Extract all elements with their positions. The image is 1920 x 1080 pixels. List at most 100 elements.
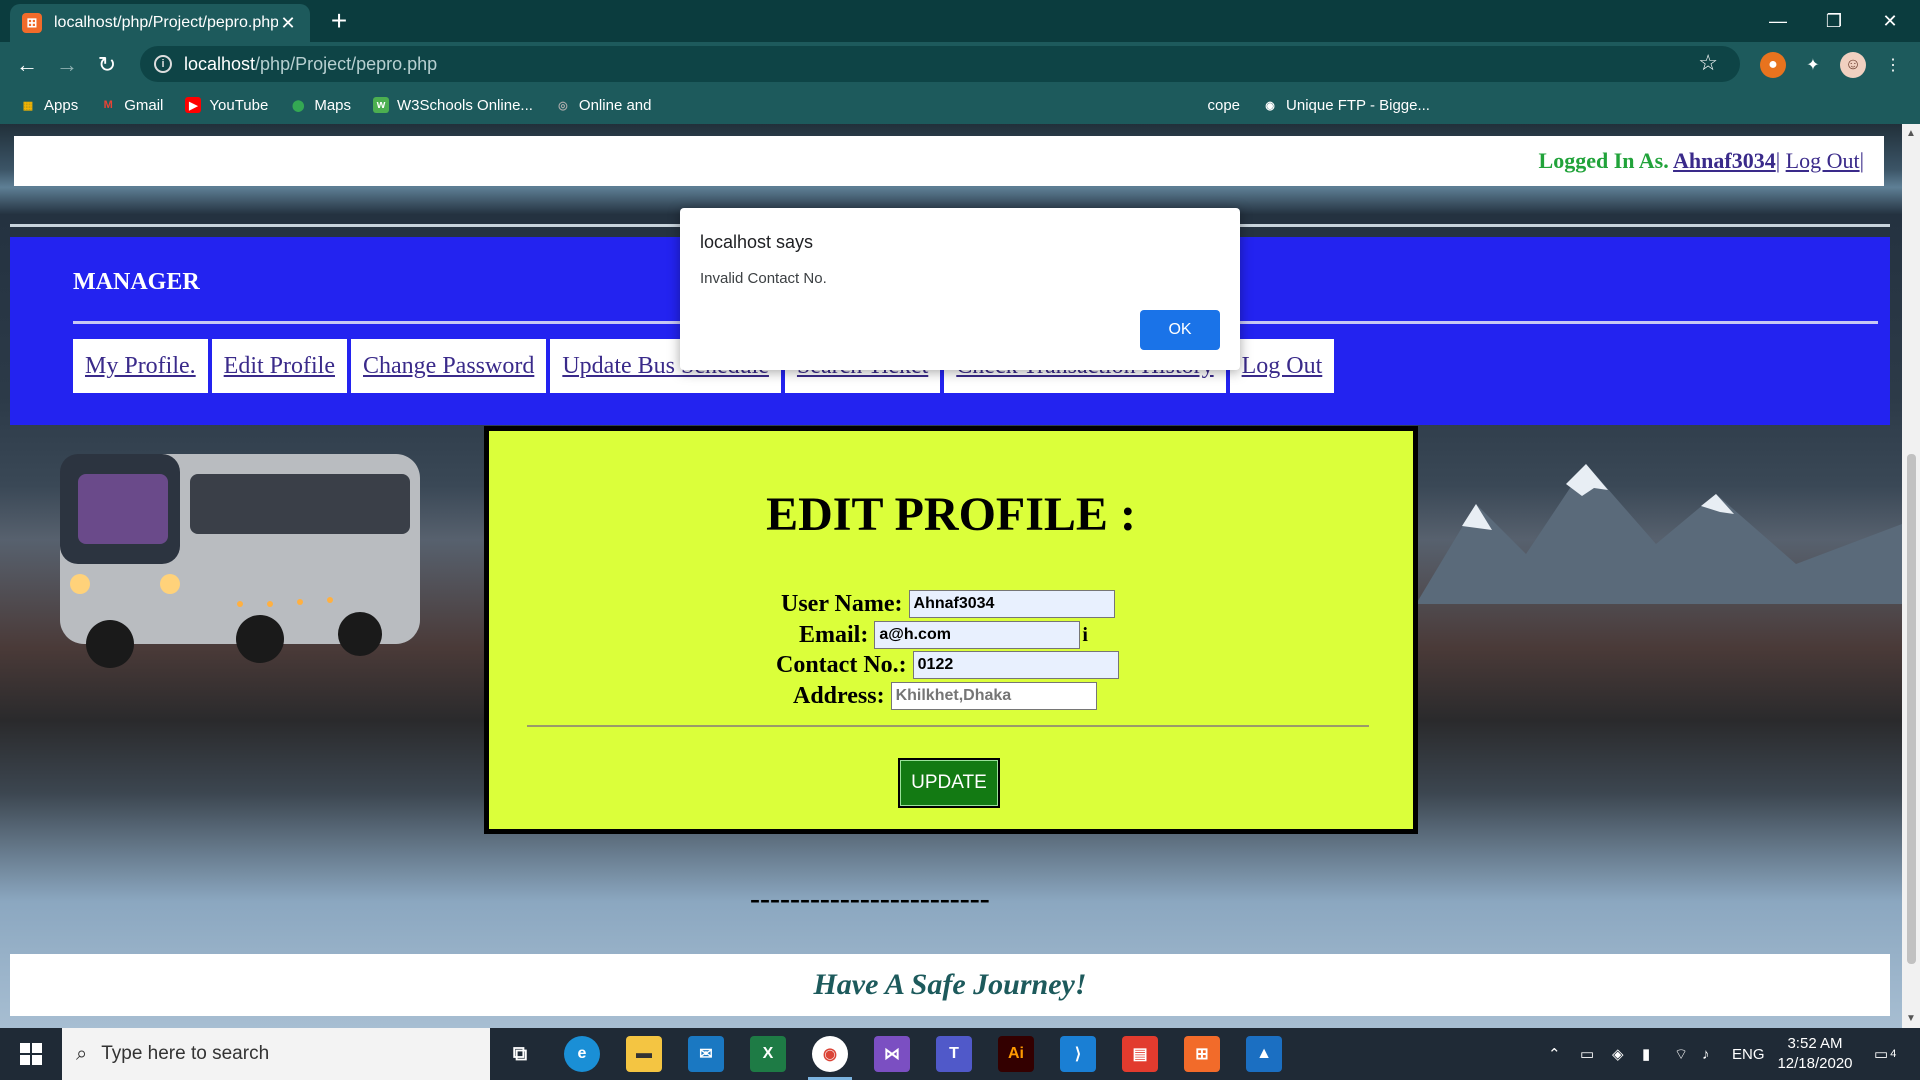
menu-my-profile[interactable]: My Profile. <box>73 339 208 393</box>
visual-studio-icon[interactable]: ⋈ <box>874 1036 910 1072</box>
url-host: localhost <box>184 53 256 74</box>
extensions-puzzle-icon[interactable]: ✦ <box>1800 52 1826 78</box>
address-label: Address: <box>793 682 885 709</box>
profile-avatar[interactable]: ☺ <box>1840 52 1866 78</box>
task-view-icon[interactable]: ⧉ <box>502 1036 538 1072</box>
reload-icon[interactable]: ↻ <box>92 50 122 80</box>
top-login-bar: Logged In As. Ahnaf3034| Log Out| <box>14 136 1884 186</box>
username-label: User Name: <box>781 590 903 617</box>
separator: | <box>1859 148 1864 173</box>
edit-profile-title: EDIT PROFILE : <box>766 488 1136 541</box>
bookmark-label: YouTube <box>209 96 269 114</box>
tab-title: localhost/php/Project/pepro.php <box>54 14 278 31</box>
tray-device-icon[interactable]: ▭ <box>1580 1028 1594 1080</box>
scrollbar-thumb[interactable] <box>1907 454 1916 964</box>
extension-fox-icon[interactable]: ● <box>1760 52 1786 78</box>
alert-message: Invalid Contact No. <box>700 270 827 287</box>
chrome-icon[interactable]: ◉ <box>812 1036 848 1072</box>
windows-start-icon[interactable] <box>0 1028 62 1080</box>
bookmark-label: Gmail <box>124 96 164 114</box>
menu-log-out[interactable]: Log Out <box>1229 339 1335 393</box>
notification-count: 4 <box>1890 1048 1897 1060</box>
battery-icon[interactable]: ▮ <box>1642 1028 1650 1080</box>
clock-date: 12/18/2020 <box>1777 1055 1853 1072</box>
tray-chevron-icon[interactable]: ⌃ <box>1548 1028 1561 1080</box>
bookmark-label: W3Schools Online... <box>397 96 533 114</box>
vertical-scrollbar[interactable]: ▲ ▼ <box>1902 124 1920 1028</box>
address-bar[interactable]: i localhost/php/Project/pepro.php ☆ <box>140 46 1740 82</box>
footer-bar: Have A Safe Journey! <box>10 954 1890 1016</box>
notification-glyph: ▭ <box>1874 1046 1889 1063</box>
bookmark-unique-ftp[interactable]: ◉ Unique FTP - Bigge... <box>1262 97 1430 114</box>
bookmark-w3schools[interactable]: w W3Schools Online... <box>373 97 533 114</box>
notification-icon[interactable]: ▭ 4 <box>1874 1028 1896 1080</box>
email-input[interactable]: a@h.com <box>874 621 1081 649</box>
update-button[interactable]: UPDATE <box>898 758 1000 808</box>
minimize-icon[interactable]: — <box>1750 0 1806 42</box>
language-indicator[interactable]: ENG <box>1732 1028 1765 1080</box>
dashed-separator: ------------------------ <box>750 882 990 915</box>
xampp-favicon-icon: ⊞ <box>22 13 42 33</box>
bookmarks-bar: ▦ Apps M Gmail ▶ YouTube ⬤ Maps w W3Scho… <box>0 86 1920 124</box>
top-logout-link[interactable]: Log Out <box>1786 148 1860 173</box>
alert-title: localhost says <box>700 232 814 252</box>
clock-time: 3:52 AM <box>1787 1035 1843 1052</box>
winrar-icon[interactable]: ▤ <box>1122 1036 1158 1072</box>
apps-grid-icon: ▦ <box>22 99 34 112</box>
username-input[interactable]: Ahnaf3034 <box>908 590 1115 618</box>
separator: | <box>1775 148 1781 173</box>
browser-tab[interactable]: ⊞ localhost/php/Project/pepro.php ✕ <box>10 4 310 42</box>
bookmark-cope[interactable]: cope <box>1207 97 1240 114</box>
bookmark-gmail[interactable]: M Gmail <box>100 96 164 114</box>
url-path: /php/Project/pepro.php <box>255 53 438 74</box>
globe-icon: ◉ <box>1265 99 1275 112</box>
taskbar-search[interactable]: ⌕ Type here to search <box>62 1028 490 1080</box>
illustrator-icon[interactable]: Ai <box>998 1036 1034 1072</box>
bookmark-label: Apps <box>44 96 79 114</box>
scroll-up-icon[interactable]: ▲ <box>1906 128 1916 139</box>
page-viewport: Logged In As. Ahnaf3034| Log Out| MANAGE… <box>0 124 1902 1028</box>
bookmark-online[interactable]: ◎ Online and <box>555 96 652 114</box>
restore-icon[interactable]: ❐ <box>1806 0 1862 42</box>
bookmark-label: Online and <box>578 96 652 114</box>
username-link[interactable]: Ahnaf3034 <box>1673 148 1776 173</box>
excel-icon[interactable]: X <box>750 1036 786 1072</box>
contact-input[interactable]: 0122 <box>912 651 1119 679</box>
windows-taskbar: ⌕ Type here to search ⧉ e ▬ ✉ X ◉ ⋈ T Ai… <box>0 1028 1920 1080</box>
address-input[interactable]: Khilkhet,Dhaka <box>890 682 1097 710</box>
edge-icon[interactable]: e <box>564 1036 600 1072</box>
vscode-icon[interactable]: ⟩ <box>1060 1036 1096 1072</box>
bookmark-maps[interactable]: ⬤ Maps <box>290 97 351 114</box>
bookmark-youtube[interactable]: ▶ YouTube <box>185 97 268 114</box>
site-info-icon[interactable]: i <box>154 55 172 73</box>
mountains-background-image <box>1416 464 1902 604</box>
login-prefix: Logged In As. <box>1538 148 1669 173</box>
dropbox-icon[interactable]: ◈ <box>1612 1028 1624 1080</box>
globe-icon: ◎ <box>558 99 568 112</box>
forward-arrow-icon[interactable]: → <box>52 50 82 80</box>
browser-menu-icon[interactable]: ⋮ <box>1880 52 1906 78</box>
email-label: Email: <box>799 621 869 648</box>
xampp-icon[interactable]: ⊞ <box>1184 1036 1220 1072</box>
username-row: User Name: Ahnaf3034 <box>781 590 1115 618</box>
wifi-icon[interactable]: ⌔ <box>1674 1028 1688 1080</box>
back-arrow-icon[interactable]: ← <box>12 50 42 80</box>
file-explorer-icon[interactable]: ▬ <box>626 1036 662 1072</box>
tab-close-icon[interactable]: ✕ <box>278 13 298 34</box>
login-info: Logged In As. Ahnaf3034| Log Out| <box>1539 148 1864 174</box>
new-tab-plus-icon[interactable]: + <box>324 6 354 36</box>
photos-icon[interactable]: ▲ <box>1246 1036 1282 1072</box>
volume-icon[interactable]: ♪ <box>1702 1028 1710 1080</box>
mail-icon[interactable]: ✉ <box>688 1036 724 1072</box>
taskbar-search-placeholder: Type here to search <box>101 1043 270 1064</box>
close-window-icon[interactable]: ✕ <box>1862 0 1918 42</box>
bookmark-star-icon[interactable]: ☆ <box>1698 50 1718 76</box>
taskbar-clock[interactable]: 3:52 AM 12/18/2020 <box>1770 1034 1860 1074</box>
bookmark-apps[interactable]: ▦ Apps <box>20 97 78 114</box>
alert-ok-button[interactable]: OK <box>1140 310 1220 350</box>
menu-edit-profile[interactable]: Edit Profile <box>211 339 347 393</box>
teams-icon[interactable]: T <box>936 1036 972 1072</box>
menu-change-password[interactable]: Change Password <box>351 339 547 393</box>
bus-background-image <box>60 454 420 668</box>
scroll-down-icon[interactable]: ▼ <box>1906 1013 1916 1024</box>
